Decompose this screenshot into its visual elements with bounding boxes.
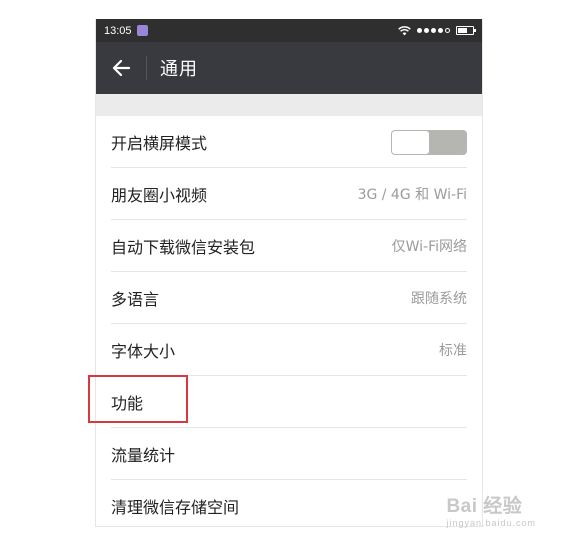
- section-gap: [96, 94, 482, 116]
- status-time: 13:05: [104, 24, 132, 37]
- setting-font-size[interactable]: 字体大小 标准: [96, 324, 482, 376]
- setting-label: 清理微信存储空间: [111, 498, 240, 517]
- wifi-icon: [398, 25, 411, 35]
- title-bar: 通用: [96, 42, 482, 94]
- highlight-box: [88, 375, 188, 423]
- watermark-brand: Bai 经验: [446, 496, 523, 517]
- phone-screen: 13:05 通用 开启横屏模式 朋友圈小视频 3G / 4G 和 Wi-Fi 自…: [95, 19, 483, 527]
- setting-data-usage[interactable]: 流量统计: [96, 428, 482, 480]
- setting-label: 多语言: [111, 290, 160, 309]
- setting-label: 自动下载微信安装包: [111, 238, 256, 257]
- status-icons: [398, 25, 476, 36]
- title-divider: [146, 56, 147, 80]
- setting-value: 跟随系统: [411, 291, 467, 307]
- watermark: Bai 经验 jingyan.baidu.com: [446, 491, 536, 528]
- setting-value: 仅Wi-Fi网络: [391, 239, 467, 255]
- setting-auto-download[interactable]: 自动下载微信安装包 仅Wi-Fi网络: [96, 220, 482, 272]
- setting-label: 朋友圈小视频: [111, 186, 208, 205]
- setting-label: 字体大小: [111, 342, 176, 361]
- setting-clear-storage[interactable]: 清理微信存储空间: [96, 480, 482, 526]
- setting-landscape-mode[interactable]: 开启横屏模式: [96, 116, 482, 168]
- back-arrow-icon: [112, 59, 131, 77]
- setting-value: 3G / 4G 和 Wi-Fi: [357, 187, 467, 203]
- status-bar: 13:05: [96, 19, 482, 42]
- landscape-toggle[interactable]: [391, 129, 467, 155]
- settings-list: 开启横屏模式 朋友圈小视频 3G / 4G 和 Wi-Fi 自动下载微信安装包 …: [96, 116, 482, 526]
- page-title: 通用: [160, 59, 198, 80]
- setting-label: 开启横屏模式: [111, 134, 208, 153]
- notification-icon: [136, 25, 148, 36]
- watermark-url: jingyan.baidu.com: [446, 518, 536, 528]
- back-button[interactable]: [96, 42, 146, 94]
- signal-icon: [417, 28, 450, 33]
- setting-value: 标准: [439, 343, 467, 359]
- battery-icon: [456, 26, 476, 35]
- setting-language[interactable]: 多语言 跟随系统: [96, 272, 482, 324]
- setting-label: 流量统计: [111, 446, 176, 465]
- setting-moments-video[interactable]: 朋友圈小视频 3G / 4G 和 Wi-Fi: [96, 168, 482, 220]
